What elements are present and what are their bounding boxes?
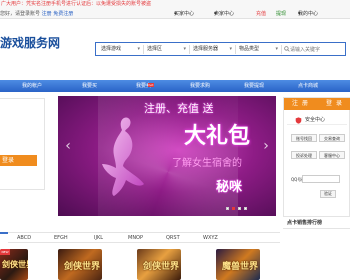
alphabet-tab-all[interactable] [0, 232, 8, 244]
game-title: 剑侠世界 [2, 260, 28, 269]
banner-line-1: 注册、充值 送 [144, 102, 214, 115]
slide-indicators [226, 206, 250, 211]
slide-dot[interactable] [238, 207, 241, 210]
tab-register-1[interactable]: 注 [292, 98, 298, 110]
trade-query-button[interactable]: 交易查询 [319, 134, 345, 142]
tab-register-2[interactable]: 册 [302, 98, 308, 110]
login-prompt: 您好，请登录账号 注册 免费注册 [0, 9, 73, 19]
complaint-button[interactable]: 投诉处理 [291, 151, 317, 159]
game-title: 剑侠世界 [143, 262, 180, 272]
register-link[interactable]: 注册 [42, 11, 52, 17]
alphabet-tab-efgh[interactable]: EFGH [54, 233, 68, 244]
login-sidebar: 注 册 登 录 安全中心 账号找回 交易查询 投诉处理 客服中心 QQ号码： 验… [283, 97, 350, 217]
withdraw-link[interactable]: 提现 [276, 9, 286, 19]
free-register-link[interactable]: 免费注册 [53, 11, 73, 17]
game-title: 剑侠世界 [64, 262, 101, 272]
seller-center-link[interactable]: 卖家中心 ▾ [214, 9, 234, 19]
game-select[interactable]: 选择游戏 ▾ [98, 45, 144, 54]
woman-silhouette-image [102, 117, 144, 196]
slide-dot[interactable] [226, 207, 229, 210]
slide-dot-active[interactable] [232, 207, 235, 210]
verify-button[interactable]: 验证 [320, 190, 336, 198]
tab-login-2[interactable]: 录 [336, 98, 342, 110]
top-bar: 您好，请登录账号 注册 免费注册 买家中心 ▾ 卖家中心 ▾ 充值 提现 我的中… [0, 9, 350, 19]
chevron-down-icon: ▾ [137, 46, 140, 52]
banner-line-3: 了解女生宿舍的 [172, 158, 242, 169]
alphabet-tab-abcd[interactable]: ABCD [17, 233, 31, 244]
login-prompt-text: 您好，请登录账号 [0, 11, 41, 17]
nav-buy[interactable]: 我要买 [82, 80, 97, 92]
recharge-link[interactable]: 充值 [256, 9, 266, 19]
nav-my-account[interactable]: 我的帐户 [22, 80, 42, 92]
site-logo[interactable]: 游戏服务网 [0, 34, 60, 51]
left-login-panel: 登录 [0, 98, 45, 190]
game-tile[interactable]: NEW 剑侠世界 [0, 249, 28, 280]
prev-slide-icon[interactable]: ‹ [63, 136, 73, 156]
game-tile[interactable]: 剑侠世界 [58, 249, 102, 280]
promo-banner[interactable]: 注册、充值 送 大礼包 了解女生宿舍的 秘咪 ‹ › [58, 96, 276, 216]
qq-input[interactable] [302, 175, 340, 183]
shield-icon [295, 117, 302, 124]
safety-center-label: 安全中心 [305, 117, 326, 123]
account-recovery-button[interactable]: 账号找回 [291, 134, 317, 142]
nav-request[interactable]: 我要求购 [190, 80, 210, 92]
server-select[interactable]: 选择服务器 ▾ [190, 45, 236, 54]
region-select[interactable]: 选择区 ▾ [144, 45, 190, 54]
divider [283, 228, 350, 229]
main-nav: 我的帐户 我要买 我要卖 hot 我要求购 我要提现 点卡商城 [0, 80, 350, 92]
sidebar-tabs: 注 册 登 录 [284, 98, 350, 110]
chevron-down-icon: ▾ [275, 46, 278, 52]
next-slide-icon[interactable]: › [261, 136, 271, 156]
game-tile[interactable]: 剑侠世界 [137, 249, 181, 280]
new-badge: NEW [0, 249, 10, 255]
safety-center[interactable]: 安全中心 [287, 116, 347, 125]
banner-line-2: 大礼包 [184, 124, 251, 149]
chevron-down-icon: ▾ [183, 46, 186, 52]
item-type-select[interactable]: 物品类型 ▾ [236, 45, 282, 54]
service-center-button[interactable]: 客服中心 [319, 151, 345, 159]
hot-badge: hot [148, 83, 154, 87]
card-ranking-title: 点卡销售排行榜 [287, 220, 323, 226]
nav-card-mall[interactable]: 点卡商城 [298, 80, 318, 92]
buyer-center-link[interactable]: 买家中心 ▾ [174, 9, 194, 19]
slide-dot[interactable] [244, 207, 247, 210]
my-center-link[interactable]: 我的中心 ▾ [298, 9, 318, 19]
tab-login-1[interactable]: 登 [326, 98, 332, 110]
alphabet-tab-wxyz[interactable]: WXYZ [203, 233, 218, 244]
chevron-down-icon: ▾ [229, 46, 232, 52]
game-tile[interactable]: 魔兽世界 [216, 249, 260, 280]
search-input[interactable] [282, 45, 344, 54]
alphabet-tab-qrst[interactable]: QRST [166, 233, 180, 244]
nav-withdraw[interactable]: 我要提现 [244, 80, 264, 92]
login-button[interactable]: 登录 [0, 155, 37, 166]
alphabet-filter: ABCD EFGH IJKL MNOP QRST WXYZ [0, 232, 280, 244]
notice-bar: 广大用户：凭实名注册手机号进行认证后：以免遭受损失的账号被盗 [0, 0, 350, 9]
search-bar: 选择游戏 ▾ 选择区 ▾ 选择服务器 ▾ 物品类型 ▾ [95, 42, 346, 56]
banner-line-4: 秘咪 [216, 180, 243, 195]
alphabet-tab-ijkl[interactable]: IJKL [94, 233, 103, 244]
game-title: 魔兽世界 [222, 262, 259, 272]
search-icon[interactable] [284, 46, 290, 52]
alphabet-tab-mnop[interactable]: MNOP [128, 233, 143, 244]
